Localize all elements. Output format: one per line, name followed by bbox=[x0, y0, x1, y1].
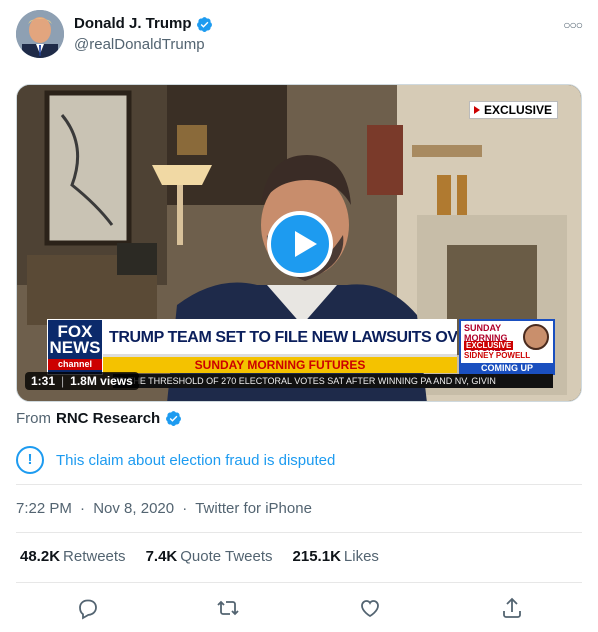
promo-tag: EXCLUSIVE bbox=[464, 341, 514, 350]
retweets-value: 48.2K bbox=[20, 548, 61, 565]
meta-separator: · bbox=[80, 500, 86, 517]
likes-label: Likes bbox=[343, 548, 379, 565]
quotes-label: Quote Tweets bbox=[180, 548, 273, 565]
video-stats-badge: 1:31 | 1.8M views bbox=[25, 372, 139, 390]
network-logo: FOX NEWS channel bbox=[47, 319, 103, 375]
video-duration: 1:31 bbox=[31, 374, 56, 388]
source-attribution: From RNC Research bbox=[16, 410, 182, 427]
play-icon[interactable] bbox=[267, 211, 333, 277]
reply-icon[interactable] bbox=[76, 596, 100, 620]
author-display-name[interactable]: Donald J. Trump bbox=[74, 14, 213, 34]
disputed-claim-link[interactable]: This claim about election fraud is dispu… bbox=[56, 452, 335, 469]
tweet-date[interactable]: Nov 8, 2020 bbox=[93, 500, 174, 517]
divider bbox=[16, 484, 582, 485]
verified-badge-icon bbox=[196, 16, 212, 32]
verified-badge-icon bbox=[166, 411, 182, 426]
promo-status: COMING UP bbox=[461, 363, 553, 373]
divider bbox=[16, 582, 582, 583]
tweet-time[interactable]: 7:22 PM bbox=[16, 500, 72, 517]
likes-count[interactable]: 215.1K Likes bbox=[293, 548, 379, 565]
info-icon: ! bbox=[16, 446, 44, 474]
avatar[interactable] bbox=[16, 10, 64, 58]
quotes-value: 7.4K bbox=[145, 548, 178, 565]
chyron-show-name: SUNDAY MORNING FUTURES bbox=[103, 357, 457, 373]
author-name-text[interactable]: Donald J. Trump bbox=[74, 14, 192, 34]
tweet-meta: 7:22 PM · Nov 8, 2020 · Twitter for iPho… bbox=[16, 500, 316, 517]
exclusive-label: EXCLUSIVE bbox=[469, 101, 559, 119]
video-views: 1.8M views bbox=[70, 374, 133, 388]
engagement-counts: 48.2K Retweets 7.4K Quote Tweets 215.1K Lik… bbox=[20, 548, 379, 565]
video-player[interactable]: EXCLUSIVE FOX NEWS channel TRUMP TEAM SE… bbox=[16, 84, 582, 402]
retweet-icon[interactable] bbox=[216, 596, 240, 620]
source-prefix: From bbox=[16, 410, 51, 427]
retweets-count[interactable]: 48.2K Retweets bbox=[20, 548, 126, 565]
tweet-actions bbox=[16, 592, 582, 624]
tweet-header: Donald J. Trump @realDonaldTrump ○○○ bbox=[16, 10, 583, 60]
news-ticker: ED THE THRESHOLD OF 270 ELECTORAL VOTES … bbox=[113, 374, 553, 388]
source-account-link[interactable]: RNC Research bbox=[56, 410, 160, 427]
guest-photo bbox=[523, 324, 549, 350]
share-icon[interactable] bbox=[500, 596, 524, 620]
news-chyron: FOX NEWS channel TRUMP TEAM SET TO FILE … bbox=[47, 319, 457, 375]
quote-tweets-count[interactable]: 7.4K Quote Tweets bbox=[146, 548, 273, 565]
promo-box: SUNDAY MORNING FUTURES EXCLUSIVE SIDNEY … bbox=[459, 319, 555, 375]
likes-value: 215.1K bbox=[292, 548, 341, 565]
author-handle[interactable]: @realDonaldTrump bbox=[74, 35, 213, 55]
divider bbox=[16, 532, 582, 533]
chyron-headline: TRUMP TEAM SET TO FILE NEW LAWSUITS OVER… bbox=[103, 319, 457, 357]
network-logo-mid: NEWS bbox=[49, 338, 101, 357]
stats-separator: | bbox=[61, 374, 65, 388]
tweet-client[interactable]: Twitter for iPhone bbox=[195, 500, 312, 517]
like-icon[interactable] bbox=[358, 596, 382, 620]
disputed-claim-notice[interactable]: ! This claim about election fraud is dis… bbox=[16, 444, 582, 476]
meta-separator: · bbox=[182, 500, 188, 517]
retweets-label: Retweets bbox=[63, 548, 126, 565]
promo-guest: SIDNEY POWELL bbox=[464, 351, 531, 360]
network-logo-bottom: channel bbox=[48, 359, 102, 370]
more-icon[interactable]: ○○○ bbox=[563, 18, 583, 32]
